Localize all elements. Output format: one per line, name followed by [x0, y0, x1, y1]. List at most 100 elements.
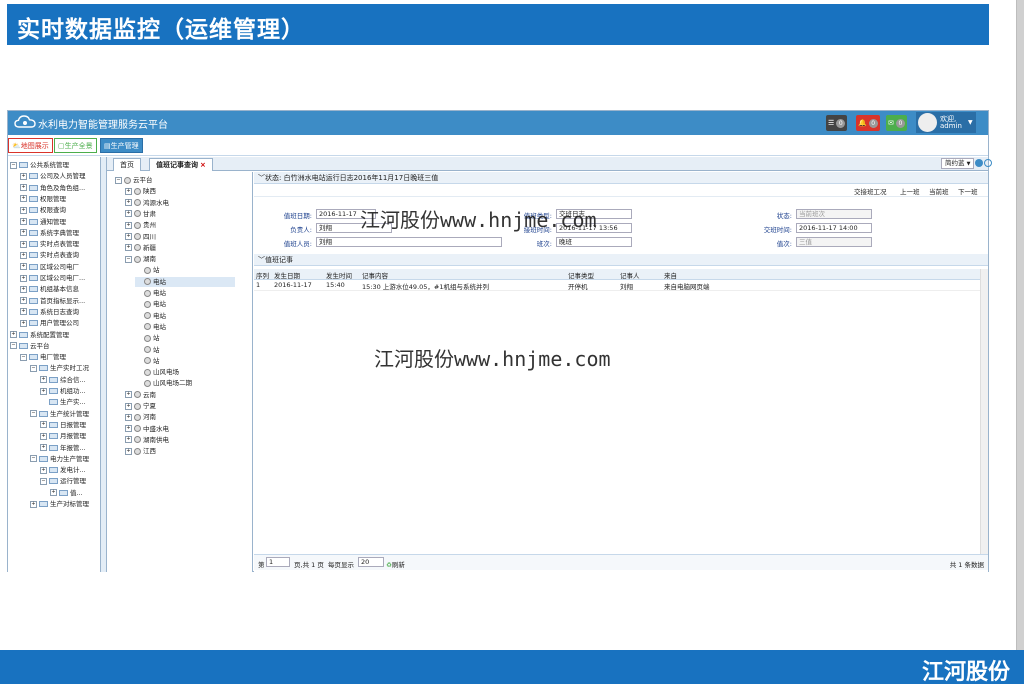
- expand-icon[interactable]: +: [125, 447, 132, 455]
- collapse-icon[interactable]: −: [20, 353, 27, 361]
- collapse-icon[interactable]: −: [115, 176, 122, 184]
- region-item[interactable]: + 鸿源水电: [125, 198, 169, 208]
- collapse-icon[interactable]: −: [30, 364, 37, 372]
- expand-icon[interactable]: +: [20, 319, 27, 327]
- column-header[interactable]: 序列: [256, 270, 269, 280]
- sidebar-item[interactable]: − 生产统计管理: [30, 409, 89, 419]
- table-scrollbar[interactable]: [980, 269, 988, 554]
- region-item[interactable]: + 甘肃: [125, 209, 156, 219]
- sidebar-item[interactable]: + 发电计...: [40, 465, 86, 475]
- sidebar-item[interactable]: − 云平台: [10, 341, 50, 351]
- collapse-icon[interactable]: −: [10, 161, 17, 169]
- sidebar-item[interactable]: + 权限查询: [20, 205, 66, 215]
- expand-icon[interactable]: +: [125, 244, 132, 252]
- region-item[interactable]: + 四川: [125, 232, 156, 242]
- per-page-select[interactable]: 20: [358, 557, 384, 567]
- sidebar-item[interactable]: + 年报管...: [40, 443, 86, 453]
- sidebar-item[interactable]: + 首页指标显示...: [20, 296, 85, 306]
- status-select[interactable]: 当前班次: [796, 209, 872, 219]
- expand-icon[interactable]: +: [50, 489, 57, 497]
- sidebar-item[interactable]: + 系统配置管理: [10, 330, 69, 340]
- collapse-icon[interactable]: ﹀: [258, 174, 265, 182]
- expand-icon[interactable]: +: [20, 218, 27, 225]
- production-management-button[interactable]: ▤生产管理: [100, 138, 143, 153]
- region-item[interactable]: 电站: [135, 322, 166, 332]
- next-shift-button[interactable]: 下一班: [958, 186, 978, 196]
- collapse-icon[interactable]: −: [30, 410, 37, 418]
- region-item[interactable]: + 江西: [125, 446, 156, 456]
- column-header[interactable]: 发生时间: [326, 270, 352, 280]
- staff-input[interactable]: 刘翔: [316, 237, 502, 247]
- collapse-icon[interactable]: −: [40, 477, 47, 485]
- page-scrollbar[interactable]: [1016, 0, 1024, 650]
- region-item[interactable]: + 河南: [125, 412, 156, 422]
- region-item[interactable]: 站: [135, 333, 160, 343]
- collapse-icon[interactable]: −: [10, 342, 17, 350]
- expand-icon[interactable]: +: [125, 210, 132, 218]
- expand-icon[interactable]: +: [20, 285, 27, 293]
- sidebar-item[interactable]: + 综合信...: [40, 375, 86, 385]
- expand-icon[interactable]: +: [30, 500, 37, 508]
- expand-icon[interactable]: +: [125, 187, 132, 195]
- expand-icon[interactable]: +: [125, 425, 132, 433]
- region-item[interactable]: 电站: [135, 299, 166, 309]
- expand-icon[interactable]: +: [125, 402, 132, 410]
- alerts-button[interactable]: 🔔 0: [856, 115, 880, 131]
- region-item[interactable]: − 云平台: [115, 175, 153, 185]
- region-item[interactable]: 站: [135, 345, 160, 355]
- tab-close-icon[interactable]: ×: [200, 161, 206, 169]
- expand-icon[interactable]: +: [125, 391, 132, 399]
- expand-icon[interactable]: +: [20, 308, 27, 316]
- user-menu[interactable]: 欢迎, admin ▼: [916, 112, 976, 133]
- current-shift-button[interactable]: 当前班: [929, 186, 949, 196]
- sidebar-item[interactable]: 生产实...: [40, 397, 86, 407]
- expand-icon[interactable]: +: [125, 233, 132, 240]
- region-item[interactable]: + 云南: [125, 390, 156, 400]
- sidebar-item[interactable]: + 系统字典管理: [20, 228, 79, 238]
- column-header[interactable]: 记事人: [620, 270, 640, 280]
- sidebar-item[interactable]: + 值...: [50, 488, 83, 498]
- sidebar-item[interactable]: + 通知管理: [20, 217, 66, 227]
- tab-duty-log-query[interactable]: 值班记事查询 ×: [149, 158, 213, 171]
- sidebar-item[interactable]: + 机组基本信息: [20, 284, 79, 294]
- value-select[interactable]: 三值: [796, 237, 872, 247]
- sidebar-item[interactable]: + 区域公司电厂: [20, 262, 79, 272]
- region-item[interactable]: 电站: [135, 311, 166, 321]
- sidebar-item[interactable]: + 角色及角色组...: [20, 183, 85, 193]
- region-item[interactable]: 站: [135, 265, 160, 275]
- region-item[interactable]: + 宁夏: [125, 401, 156, 411]
- region-item[interactable]: 电站: [135, 276, 235, 287]
- table-row[interactable]: 1 2016-11-17 15:40 15:30 上游水位49.05，#1机组与系统并…: [254, 280, 988, 291]
- expand-icon[interactable]: +: [20, 206, 27, 214]
- region-item[interactable]: 电站: [135, 288, 166, 298]
- expand-icon[interactable]: +: [20, 172, 27, 180]
- sidebar-item[interactable]: + 系统日志查询: [20, 307, 79, 317]
- settings-icon[interactable]: [975, 159, 983, 167]
- column-header[interactable]: 发生日期: [274, 270, 300, 280]
- column-header[interactable]: 记事内容: [362, 270, 388, 280]
- region-item[interactable]: − 湖南: [125, 254, 156, 264]
- collapse-icon[interactable]: ﹀: [258, 256, 265, 264]
- column-header[interactable]: 来自: [664, 270, 677, 280]
- expand-icon[interactable]: +: [125, 436, 132, 444]
- expand-icon[interactable]: +: [125, 413, 132, 421]
- region-item[interactable]: + 陕西: [125, 186, 156, 196]
- sidebar-item[interactable]: + 机组功...: [40, 386, 86, 396]
- tab-home[interactable]: 首页: [113, 158, 141, 171]
- expand-icon[interactable]: +: [40, 444, 47, 451]
- sidebar-item[interactable]: − 生产实时工况: [30, 363, 89, 373]
- expand-icon[interactable]: +: [40, 466, 47, 474]
- shift-select[interactable]: 晚班: [556, 237, 632, 247]
- region-item[interactable]: 站: [135, 356, 160, 366]
- sidebar-item[interactable]: + 月报管理: [40, 431, 86, 441]
- sidebar-item[interactable]: − 电厂管理: [20, 352, 66, 362]
- pager-page-input[interactable]: 1: [266, 557, 290, 567]
- region-item[interactable]: + 中盛水电: [125, 424, 169, 434]
- region-item[interactable]: + 新疆: [125, 243, 156, 253]
- production-panorama-button[interactable]: ▢生产全景: [54, 138, 97, 153]
- expand-icon[interactable]: +: [20, 263, 27, 271]
- expand-icon[interactable]: +: [20, 274, 27, 282]
- region-item[interactable]: + 湖南供电: [125, 435, 169, 445]
- region-item[interactable]: + 贵州: [125, 220, 156, 230]
- expand-icon[interactable]: +: [40, 376, 47, 384]
